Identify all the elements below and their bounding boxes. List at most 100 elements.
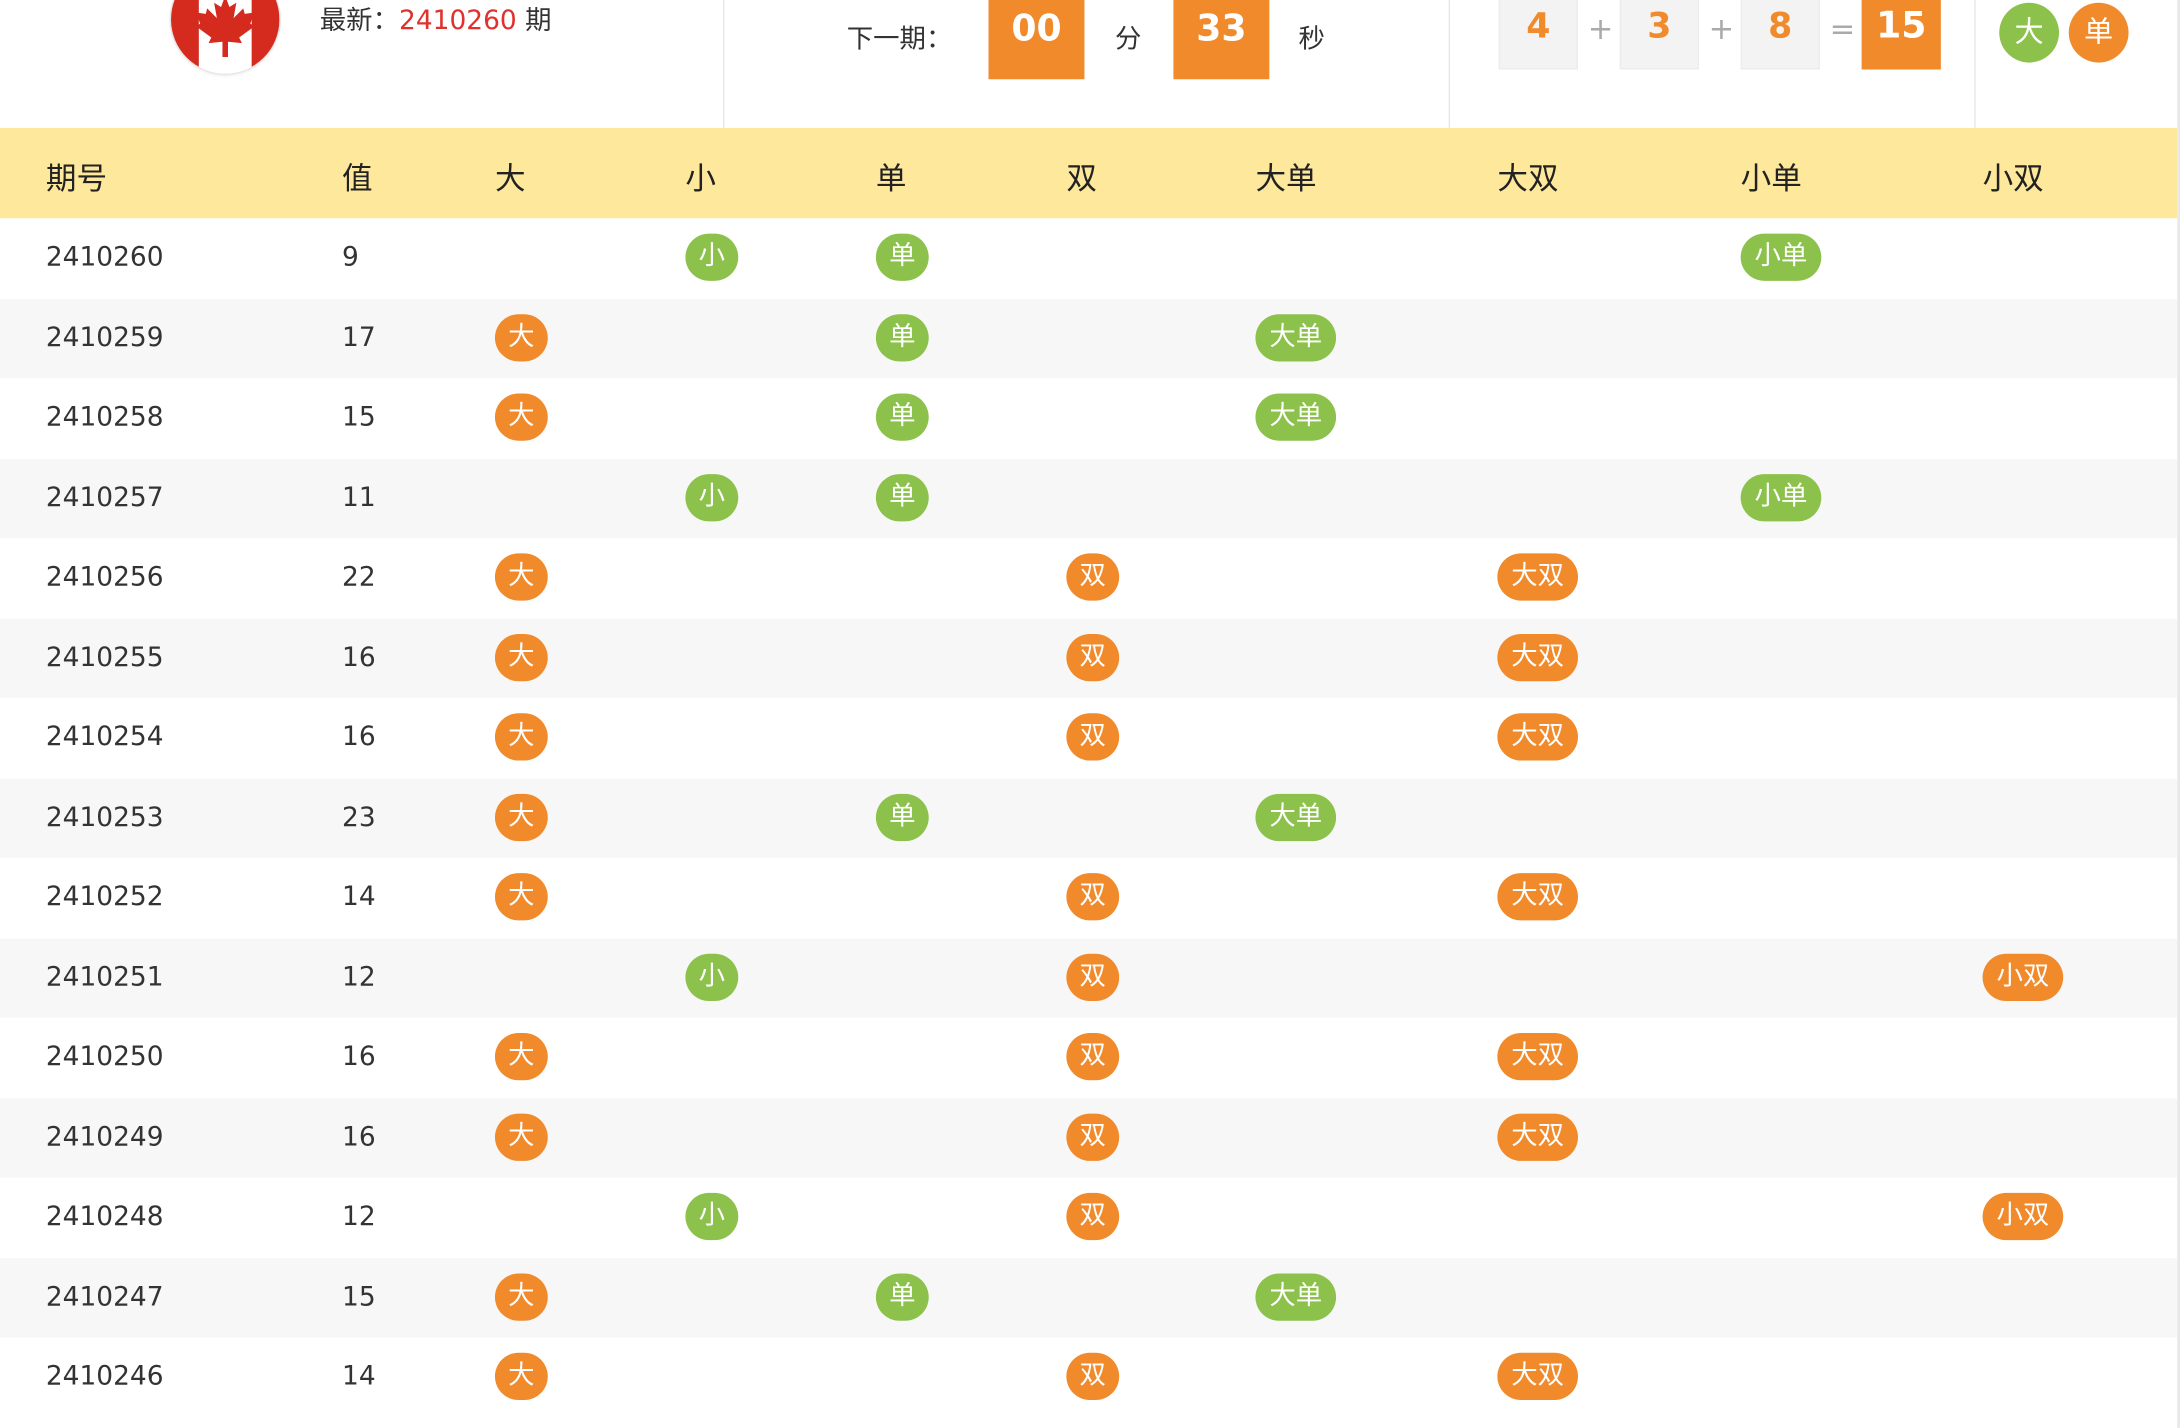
issue-number: 2410257 bbox=[45, 481, 164, 513]
draw-value: 16 bbox=[342, 1121, 376, 1152]
tag-big-even: 大双 bbox=[1497, 553, 1578, 601]
col-even: 双 bbox=[1066, 162, 1097, 198]
plus-sign: + bbox=[1708, 12, 1735, 48]
draw-value: 23 bbox=[342, 801, 376, 833]
table-row: 2410253 23 大单大单 bbox=[0, 777, 2178, 858]
draw-value: 9 bbox=[342, 241, 359, 273]
tag-big: 大 bbox=[494, 713, 548, 761]
header-divider bbox=[722, 0, 725, 128]
tag-even: 双 bbox=[1066, 873, 1120, 921]
draw-value: 11 bbox=[342, 481, 376, 513]
tag-big-odd: 大单 bbox=[1255, 393, 1337, 441]
tag-even: 双 bbox=[1066, 1112, 1120, 1161]
issue-number: 2410249 bbox=[45, 1121, 164, 1152]
draw-value: 14 bbox=[342, 881, 376, 913]
page: 最新：2410260 期 下一期： 00 分 33 秒 4 + 3 + 8 = … bbox=[0, 0, 2180, 1428]
draw-value: 12 bbox=[342, 961, 376, 992]
tag-big: 大 bbox=[494, 793, 548, 841]
tag-odd: 单 bbox=[875, 313, 929, 361]
tag-small: 小 bbox=[685, 233, 739, 281]
table-row: 2410246 14 大双大双 bbox=[0, 1337, 2177, 1417]
issue-number: 2410255 bbox=[45, 641, 164, 673]
latest-suffix: 期 bbox=[516, 5, 552, 37]
col-big-odd: 大单 bbox=[1255, 162, 1317, 198]
issue-number: 2410260 bbox=[45, 241, 164, 273]
tag-big-odd: 大单 bbox=[1255, 1272, 1337, 1321]
result-size-badge: 大 bbox=[1999, 2, 2060, 63]
tag-small-odd: 小单 bbox=[1740, 473, 1822, 521]
result-parity-badge: 单 bbox=[2068, 2, 2129, 63]
table-row: 2410258 15 大单大单 bbox=[0, 378, 2177, 458]
table-row: 2410249 16 大双大双 bbox=[0, 1097, 2178, 1178]
issue-number: 2410258 bbox=[45, 401, 164, 433]
tag-big: 大 bbox=[494, 873, 548, 921]
col-odd: 单 bbox=[875, 162, 907, 198]
tag-small-even: 小双 bbox=[1982, 1192, 2064, 1241]
draw-value: 14 bbox=[342, 1361, 376, 1392]
table-body: 2410260 9 小单小单 2410259 17 大单大单 2410258 15 大单大单 24… bbox=[0, 218, 2178, 1417]
latest-issue-number: 2410260 bbox=[399, 5, 517, 37]
draw-value: 16 bbox=[342, 641, 376, 673]
tag-even: 双 bbox=[1066, 1032, 1120, 1081]
issue-number: 2410253 bbox=[45, 801, 164, 833]
header-divider bbox=[1974, 0, 1976, 128]
col-small: 小 bbox=[685, 162, 717, 198]
plus-sign: + bbox=[1587, 12, 1614, 48]
tag-even: 双 bbox=[1066, 1192, 1120, 1241]
issue-number: 2410248 bbox=[45, 1201, 164, 1232]
tag-big-even: 大双 bbox=[1497, 1352, 1578, 1401]
issue-number: 2410252 bbox=[45, 881, 164, 913]
minutes-unit: 分 bbox=[1115, 23, 1142, 55]
issue-number: 2410256 bbox=[45, 561, 164, 593]
header-divider bbox=[1448, 0, 1451, 128]
next-draw-label: 下一期： bbox=[846, 23, 953, 55]
table-row: 2410247 15 大单大单 bbox=[0, 1257, 2178, 1338]
tag-big-even: 大双 bbox=[1497, 713, 1578, 761]
tag-odd: 单 bbox=[875, 1272, 929, 1321]
col-big-even: 大双 bbox=[1497, 162, 1559, 198]
draw-value: 12 bbox=[342, 1201, 376, 1232]
countdown-minutes: 00 bbox=[988, 0, 1085, 80]
header: 最新：2410260 期 下一期： 00 分 33 秒 4 + 3 + 8 = … bbox=[0, 0, 2178, 128]
col-big: 大 bbox=[494, 162, 526, 198]
col-small-odd: 小单 bbox=[1740, 162, 1802, 198]
result-sum: 15 bbox=[1861, 0, 1941, 70]
table-header: 期号 值 大 小 单 双 大单 大双 小单 小双 bbox=[0, 127, 2178, 219]
tag-odd: 单 bbox=[875, 393, 929, 441]
draw-value: 16 bbox=[342, 1041, 376, 1072]
tag-big: 大 bbox=[494, 1352, 548, 1401]
issue-number: 2410247 bbox=[45, 1281, 164, 1312]
tag-even: 双 bbox=[1066, 633, 1120, 681]
table-row: 2410251 12 小双小双 bbox=[0, 937, 2178, 1018]
tag-even: 双 bbox=[1066, 1352, 1120, 1401]
draw-value: 15 bbox=[342, 401, 376, 433]
tag-big: 大 bbox=[494, 633, 548, 681]
tag-odd: 单 bbox=[875, 473, 929, 521]
countdown-seconds: 33 bbox=[1173, 0, 1270, 80]
canada-flag-icon bbox=[169, 0, 281, 76]
draw-value: 15 bbox=[342, 1281, 376, 1312]
tag-small-even: 小双 bbox=[1982, 953, 2064, 1001]
draw-value: 16 bbox=[342, 721, 376, 753]
tag-small: 小 bbox=[685, 1192, 739, 1241]
tag-odd: 单 bbox=[875, 793, 929, 841]
tag-big: 大 bbox=[494, 1112, 548, 1161]
tag-even: 双 bbox=[1066, 713, 1120, 761]
tag-even: 双 bbox=[1066, 553, 1120, 601]
tag-big: 大 bbox=[494, 313, 548, 361]
col-issue: 期号 bbox=[45, 162, 108, 198]
tag-big: 大 bbox=[494, 1272, 548, 1321]
tag-big-even: 大双 bbox=[1497, 1032, 1578, 1081]
tag-big-even: 大双 bbox=[1497, 633, 1578, 681]
result-ball-1: 4 bbox=[1498, 0, 1578, 70]
tag-small-odd: 小单 bbox=[1740, 233, 1822, 281]
issue-number: 2410251 bbox=[45, 961, 164, 992]
table-row: 2410252 14 大双大双 bbox=[0, 858, 2177, 938]
latest-label: 最新： bbox=[319, 5, 400, 37]
col-small-even: 小双 bbox=[1982, 162, 2044, 198]
table-row: 2410248 12 小双小双 bbox=[0, 1178, 2177, 1258]
draw-value: 22 bbox=[342, 561, 376, 593]
tag-small: 小 bbox=[685, 473, 739, 521]
issue-number: 2410254 bbox=[45, 721, 164, 753]
tag-small: 小 bbox=[685, 953, 739, 1001]
